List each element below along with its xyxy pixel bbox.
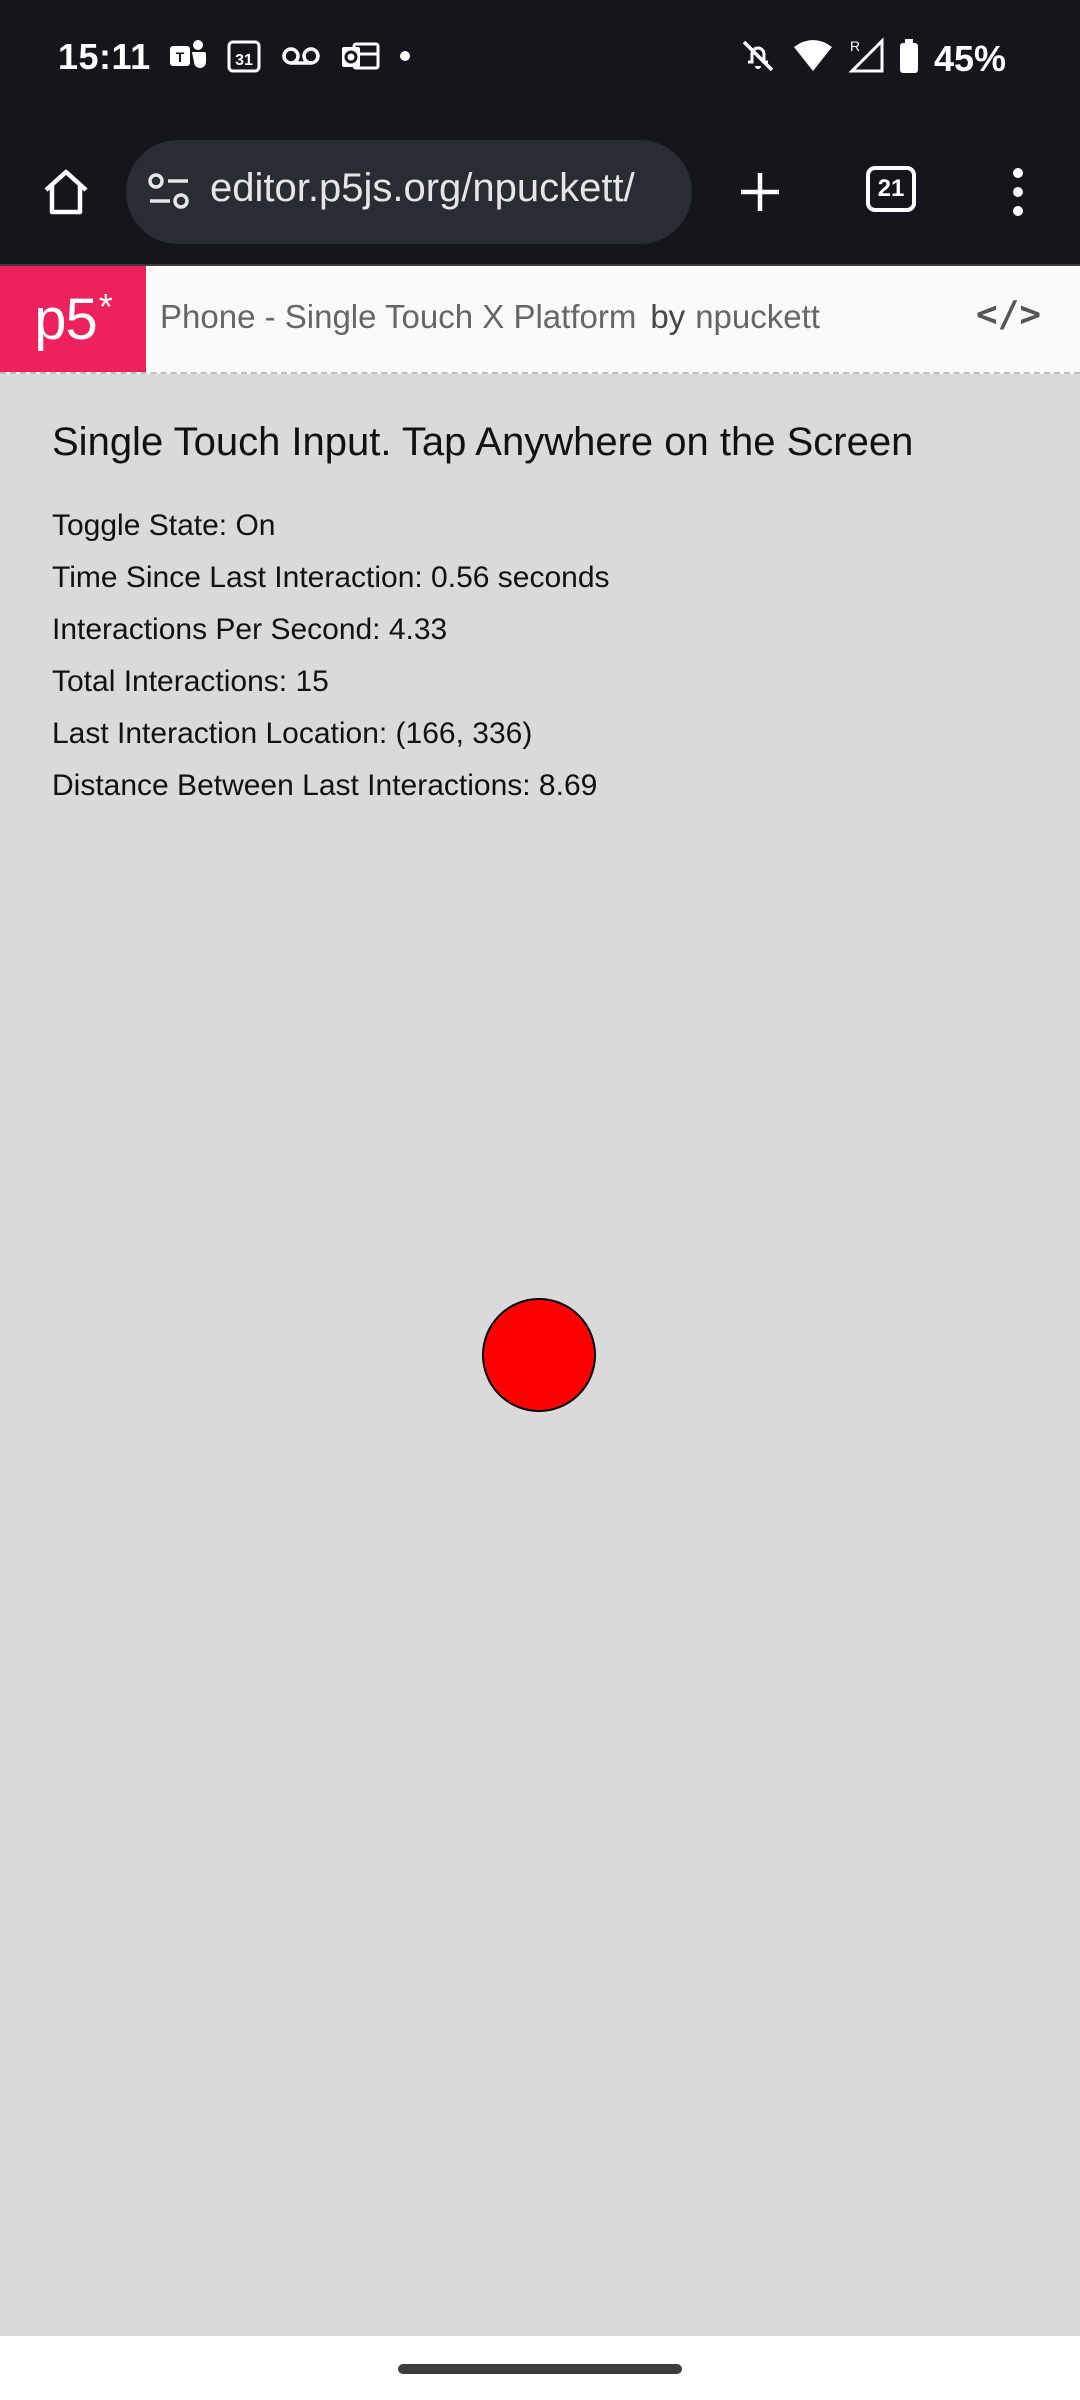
sketch-title: Phone - Single Touch X Platform by npucket…	[160, 298, 820, 336]
author-link[interactable]: npuckett	[695, 298, 820, 335]
stat-interactions-per-second: Interactions Per Second: 4.33	[52, 613, 448, 646]
battery-percent: 45%	[933, 37, 1006, 79]
teams-icon: T	[168, 38, 208, 74]
by-label: by	[650, 298, 686, 335]
url-text[interactable]: editor.p5js.org/npuckett/	[210, 166, 680, 211]
dot-icon	[398, 38, 412, 74]
stats-list: Toggle State: On Time Since Last Interac…	[52, 500, 610, 812]
stat-time-since-last: Time Since Last Interaction: 0.56 second…	[52, 561, 610, 594]
more-vert-icon	[1013, 168, 1023, 216]
status-time: 15:11	[58, 36, 151, 77]
wifi-icon	[792, 37, 834, 80]
p5-logo-asterisk: *	[98, 286, 113, 327]
new-tab-button[interactable]	[724, 156, 796, 228]
svg-text:R: R	[850, 38, 860, 54]
sketch-name: Phone - Single Touch X Platform	[160, 298, 637, 335]
p5-logo-text: p5	[34, 286, 98, 352]
status-bar: 15:11 T 31 R 45%	[0, 0, 1080, 120]
address-bar[interactable]: editor.p5js.org/npuckett/	[126, 140, 692, 244]
sketch-canvas[interactable]: Single Touch Input. Tap Anywhere on the …	[0, 374, 1080, 2336]
status-right: R 45%	[738, 36, 1006, 81]
stat-distance: Distance Between Last Interactions: 8.69	[52, 769, 598, 802]
outlook-icon	[340, 38, 380, 74]
stat-toggle-state: Toggle State: On	[52, 509, 276, 542]
tab-switcher-button[interactable]: 21	[866, 166, 916, 212]
stat-total-interactions: Total Interactions: 15	[52, 665, 329, 698]
signal-icon: R	[848, 37, 884, 80]
mute-icon	[738, 36, 778, 81]
p5-logo[interactable]: p5 *	[0, 266, 146, 372]
home-button[interactable]	[30, 156, 102, 228]
browser-toolbar: editor.p5js.org/npuckett/ 21	[0, 120, 1080, 266]
site-settings-icon[interactable]	[146, 168, 192, 219]
view-code-button[interactable]: </>	[976, 294, 1041, 335]
calendar-icon: 31	[226, 38, 262, 74]
gesture-nav-bar	[0, 2336, 1080, 2400]
canvas-heading: Single Touch Input. Tap Anywhere on the …	[52, 420, 914, 464]
overflow-menu-button[interactable]	[1000, 156, 1036, 228]
svg-text:31: 31	[235, 52, 253, 69]
battery-icon	[898, 37, 920, 80]
touch-indicator-circle	[482, 1298, 596, 1412]
stat-last-location: Last Interaction Location: (166, 336)	[52, 717, 533, 750]
voicemail-icon	[280, 38, 322, 74]
p5-header: p5 * Phone - Single Touch X Platform by npu…	[0, 266, 1080, 374]
plus-icon	[741, 173, 779, 211]
svg-text:T: T	[176, 49, 185, 65]
home-icon	[44, 169, 88, 215]
home-gesture-handle[interactable]	[398, 2364, 682, 2374]
notification-icons: T 31	[168, 38, 412, 74]
